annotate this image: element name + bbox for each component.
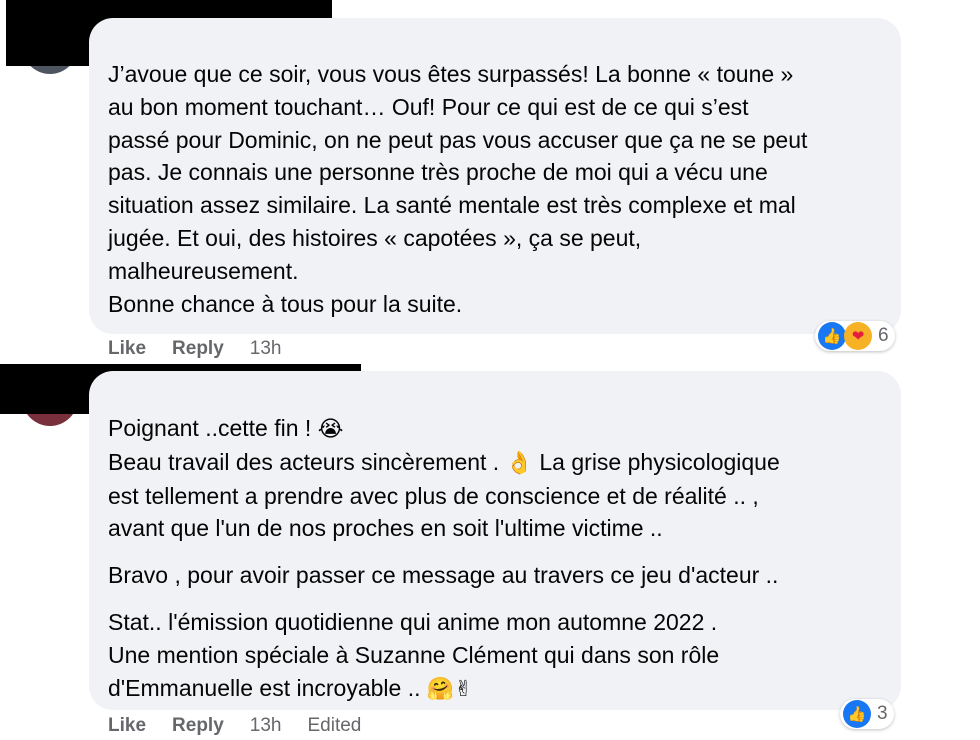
care-icon: ❤ [844,322,872,350]
timestamp[interactable]: 13h [250,715,282,737]
comment-line: avant que l'un de nos proches en soit l'… [108,515,663,542]
timestamp[interactable]: 13h [250,338,282,360]
edited-label: Edited [307,715,362,736]
comment-text: Poignant ..cette fin ! 😭 Beau travail de… [108,412,898,705]
comment-line: Une mention spéciale à Suzanne Clément q… [108,641,720,668]
reply-button[interactable]: Reply [172,338,224,360]
like-button[interactable]: Like [108,715,146,737]
like-icon: 👍 [843,700,871,728]
comment-text-run: d'Emmanuelle est incroyable .. [108,674,427,701]
comment-text-run: Poignant ..cette fin ! [108,415,318,441]
comment-text-run: Beau travail des acteurs sincèrement . [108,448,506,475]
comment-line: Poignant ..cette fin ! 😭 [108,412,898,446]
reaction-summary[interactable]: 👍 ❤ 6 [815,321,895,351]
comment-line: est tellement a prendre avec plus de con… [108,482,759,509]
ok-hand-emoji: 👌 [505,449,533,475]
comment-line: pas. Je connais une personne très proche… [108,159,768,186]
comment-line: malheureusement. [108,257,299,284]
comment-text-run: La grise physicologique [533,448,780,475]
like-button[interactable]: Like [108,338,146,360]
reply-button[interactable]: Reply [172,715,224,737]
comment-line: Bonne chance à tous pour la suite. [108,290,463,317]
comment-line: situation assez similaire. La santé ment… [108,192,796,219]
comment-line: Bravo , pour avoir passer ce message au … [108,562,779,589]
crying-face-emoji: 😭 [317,416,344,441]
like-icon: 👍 [818,322,846,350]
comment-actions: Like Reply 13h Edited [108,715,361,737]
comment-line: d'Emmanuelle est incroyable .. 🤗✌ [108,672,898,706]
reaction-summary[interactable]: 👍 3 [840,699,894,729]
comment-line: Beau travail des acteurs sincèrement . 👌… [108,446,898,480]
comment-actions: Like Reply 13h [108,338,307,360]
hugging-victory-emoji: 🤗✌ [426,675,473,701]
reaction-count: 3 [877,703,888,724]
comment-line: J’avoue que ce soir, vous vous êtes surp… [108,61,794,87]
comment-line: jugée. Et oui, des histoires « capotées … [108,224,642,251]
reaction-count: 6 [878,325,889,346]
comment-text: J’avoue que ce soir, vous vous êtes surp… [108,58,898,320]
comment-line: Stat.. l'émission quotidienne qui anime … [108,608,718,635]
comment-line: au bon moment touchant… Ouf! Pour ce qui… [108,93,749,120]
comment-line: passé pour Dominic, on ne peut pas vous … [108,126,808,153]
